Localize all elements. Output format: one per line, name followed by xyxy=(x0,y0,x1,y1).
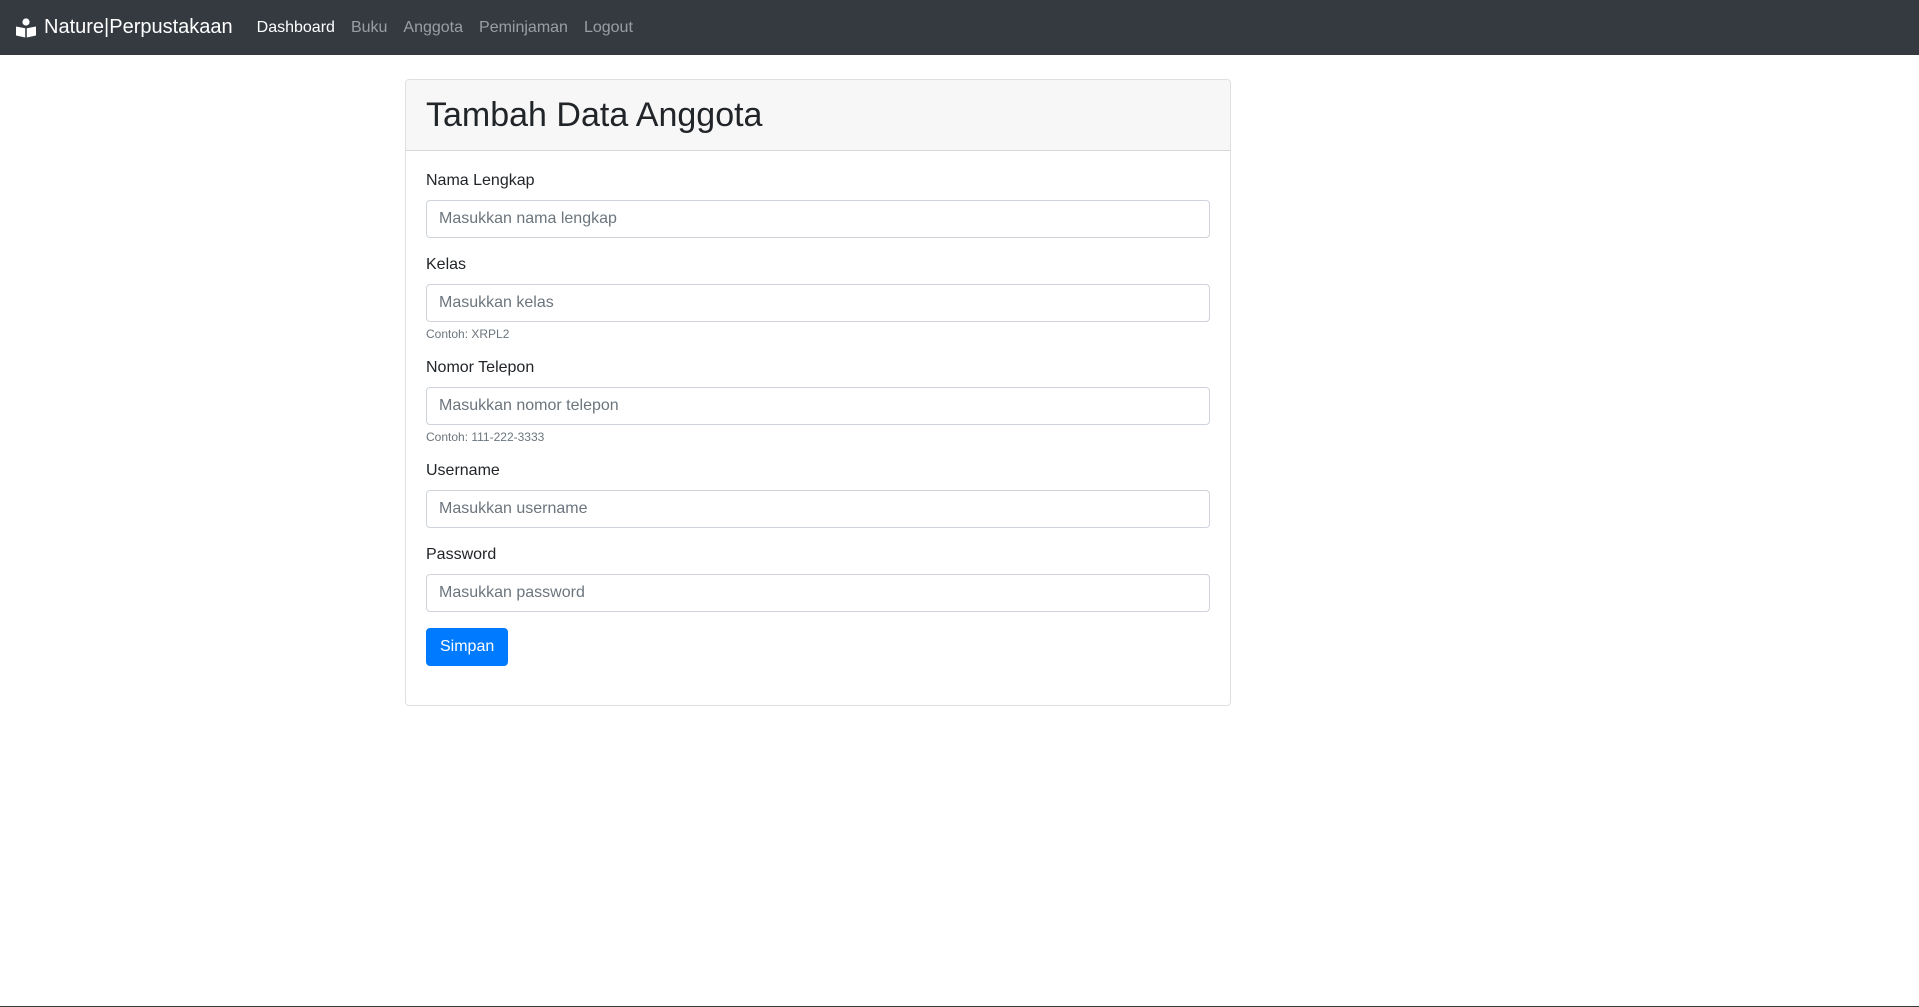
username-input[interactable] xyxy=(426,490,1210,528)
telepon-help: Contoh: 111-222-3333 xyxy=(426,430,545,444)
password-input[interactable] xyxy=(426,574,1210,612)
nama-input[interactable] xyxy=(426,200,1210,238)
nav-anggota[interactable]: Anggota xyxy=(403,19,463,37)
brand-link[interactable]: Nature|Perpustakaan xyxy=(15,16,233,39)
navbar: Nature|Perpustakaan Dashboard Buku Anggo… xyxy=(0,0,1919,55)
add-member-card: Tambah Data Anggota Nama Lengkap Kelas C… xyxy=(405,79,1231,706)
telepon-input[interactable] xyxy=(426,387,1210,425)
kelas-help: Contoh: XRPL2 xyxy=(426,327,510,341)
add-member-form: Nama Lengkap Kelas Contoh: XRPL2 Nomor T… xyxy=(406,151,1230,666)
kelas-input[interactable] xyxy=(426,284,1210,322)
card-header: Tambah Data Anggota xyxy=(406,80,1230,151)
page-title: Tambah Data Anggota xyxy=(426,95,763,134)
telepon-label: Nomor Telepon xyxy=(426,359,535,376)
nama-label: Nama Lengkap xyxy=(426,172,535,189)
nav-logout[interactable]: Logout xyxy=(584,19,633,37)
nama-group: Nama Lengkap xyxy=(426,171,1210,238)
kelas-label: Kelas xyxy=(426,256,467,273)
password-group: Password xyxy=(426,545,1210,612)
nav-buku[interactable]: Buku xyxy=(351,19,387,37)
nav-peminjaman[interactable]: Peminjaman xyxy=(479,19,568,37)
telepon-group: Nomor Telepon Contoh: 111-222-3333 xyxy=(426,358,1210,445)
nav-dashboard[interactable]: Dashboard xyxy=(257,19,335,37)
book-reader-icon xyxy=(16,17,36,37)
password-label: Password xyxy=(426,546,497,563)
brand-text: Nature|Perpustakaan xyxy=(44,16,233,38)
username-label: Username xyxy=(426,462,500,479)
username-group: Username xyxy=(426,461,1210,528)
kelas-group: Kelas Contoh: XRPL2 xyxy=(426,255,1210,342)
save-button[interactable]: Simpan xyxy=(426,628,509,666)
